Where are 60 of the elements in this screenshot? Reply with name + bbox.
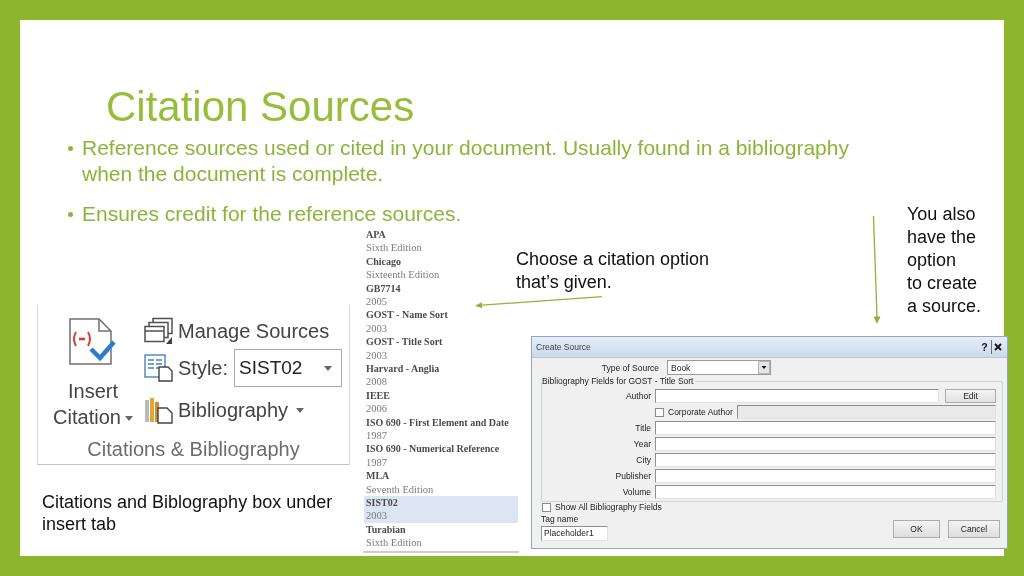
text-field[interactable] (655, 485, 996, 499)
document-check-icon (69, 317, 117, 365)
style-option[interactable]: ISO 690 - First Element and Date 1987 (364, 415, 518, 443)
caption-text: Citations and Biblography box under insert tab (42, 491, 334, 535)
text-field[interactable] (655, 421, 996, 435)
style-option[interactable]: GOST - Name Sort 2003 (364, 308, 518, 336)
group-box-label: Bibliography Fields for GOST - Title Sort (542, 376, 695, 386)
field-label: Publisher (614, 471, 651, 481)
bullet-icon (68, 145, 73, 151)
field-label: Tag name (541, 514, 580, 524)
style-dropdown[interactable]: SIST02 (234, 349, 343, 387)
close-icon (994, 343, 1002, 351)
style-label: Style: (178, 356, 229, 380)
stacked-pages-icon (144, 317, 174, 345)
caret-icon (296, 407, 305, 413)
source-type-dropdown[interactable]: Book (667, 360, 771, 375)
dialog-title: Create Source (536, 342, 592, 352)
document-columns-icon (144, 354, 174, 382)
caret-icon (758, 361, 770, 374)
style-option[interactable]: Harvard - Anglia 2008 (364, 362, 518, 389)
bullet-text: Ensures credit for the reference sources. (82, 201, 463, 227)
text-field[interactable] (655, 453, 996, 467)
help-button[interactable]: ? (980, 340, 989, 354)
slide-title: Citation Sources (106, 86, 415, 128)
style-option[interactable]: GB7714 2005 (364, 281, 518, 309)
bullet-icon (68, 211, 73, 217)
field-label: Type of Source (600, 362, 659, 373)
caret-icon (124, 416, 133, 422)
field-label: Volume (621, 487, 651, 497)
callout-text: You also have the option to create a source. (907, 203, 982, 318)
style-option[interactable]: GOST - Title Sort 2003 (364, 335, 518, 362)
edit-button[interactable]: Edit (945, 389, 996, 403)
checkbox-label: Show All Bibliography Fields (555, 502, 662, 512)
style-option[interactable]: SIST02 2003 (364, 495, 518, 523)
field-label: Author (624, 391, 651, 401)
style-option[interactable]: MLA Seventh Edition (364, 469, 518, 496)
tag-name-field[interactable]: Placeholder1 (541, 526, 608, 541)
callout-text: Choose a citation option that’s given. (516, 248, 711, 294)
insert-citation-button[interactable]: Insert Citation (45, 305, 141, 430)
caret-icon (324, 365, 333, 371)
bibliography-button[interactable]: Bibliography (144, 396, 305, 424)
manage-sources-button[interactable]: Manage Sources (144, 317, 330, 345)
books-document-icon (144, 396, 174, 424)
bullet-text: Reference sources used or cited in your document. Usually found in a bibliography when the document is complete. (82, 135, 850, 187)
close-button[interactable] (991, 340, 1004, 354)
style-option[interactable]: Turabian Sixth Edition (364, 522, 518, 550)
text-field[interactable] (655, 469, 996, 483)
ok-button[interactable]: OK (893, 520, 940, 538)
group-label: Citations & Bibliography (86, 437, 301, 462)
text-field[interactable] (655, 389, 939, 403)
style-option[interactable]: IEEE 2006 (364, 388, 518, 416)
style-option[interactable]: APA Sixth Edition (364, 228, 518, 255)
checkbox-label: Corporate Author (668, 407, 733, 417)
cancel-button[interactable]: Cancel (948, 520, 1000, 538)
checkbox[interactable] (542, 502, 551, 512)
field-label: City (635, 455, 651, 465)
field-label: Title (634, 423, 651, 433)
style-option[interactable]: ISO 690 - Numerical Reference 1987 (364, 442, 518, 470)
text-field[interactable] (655, 437, 996, 451)
field-label: Year (632, 439, 651, 449)
